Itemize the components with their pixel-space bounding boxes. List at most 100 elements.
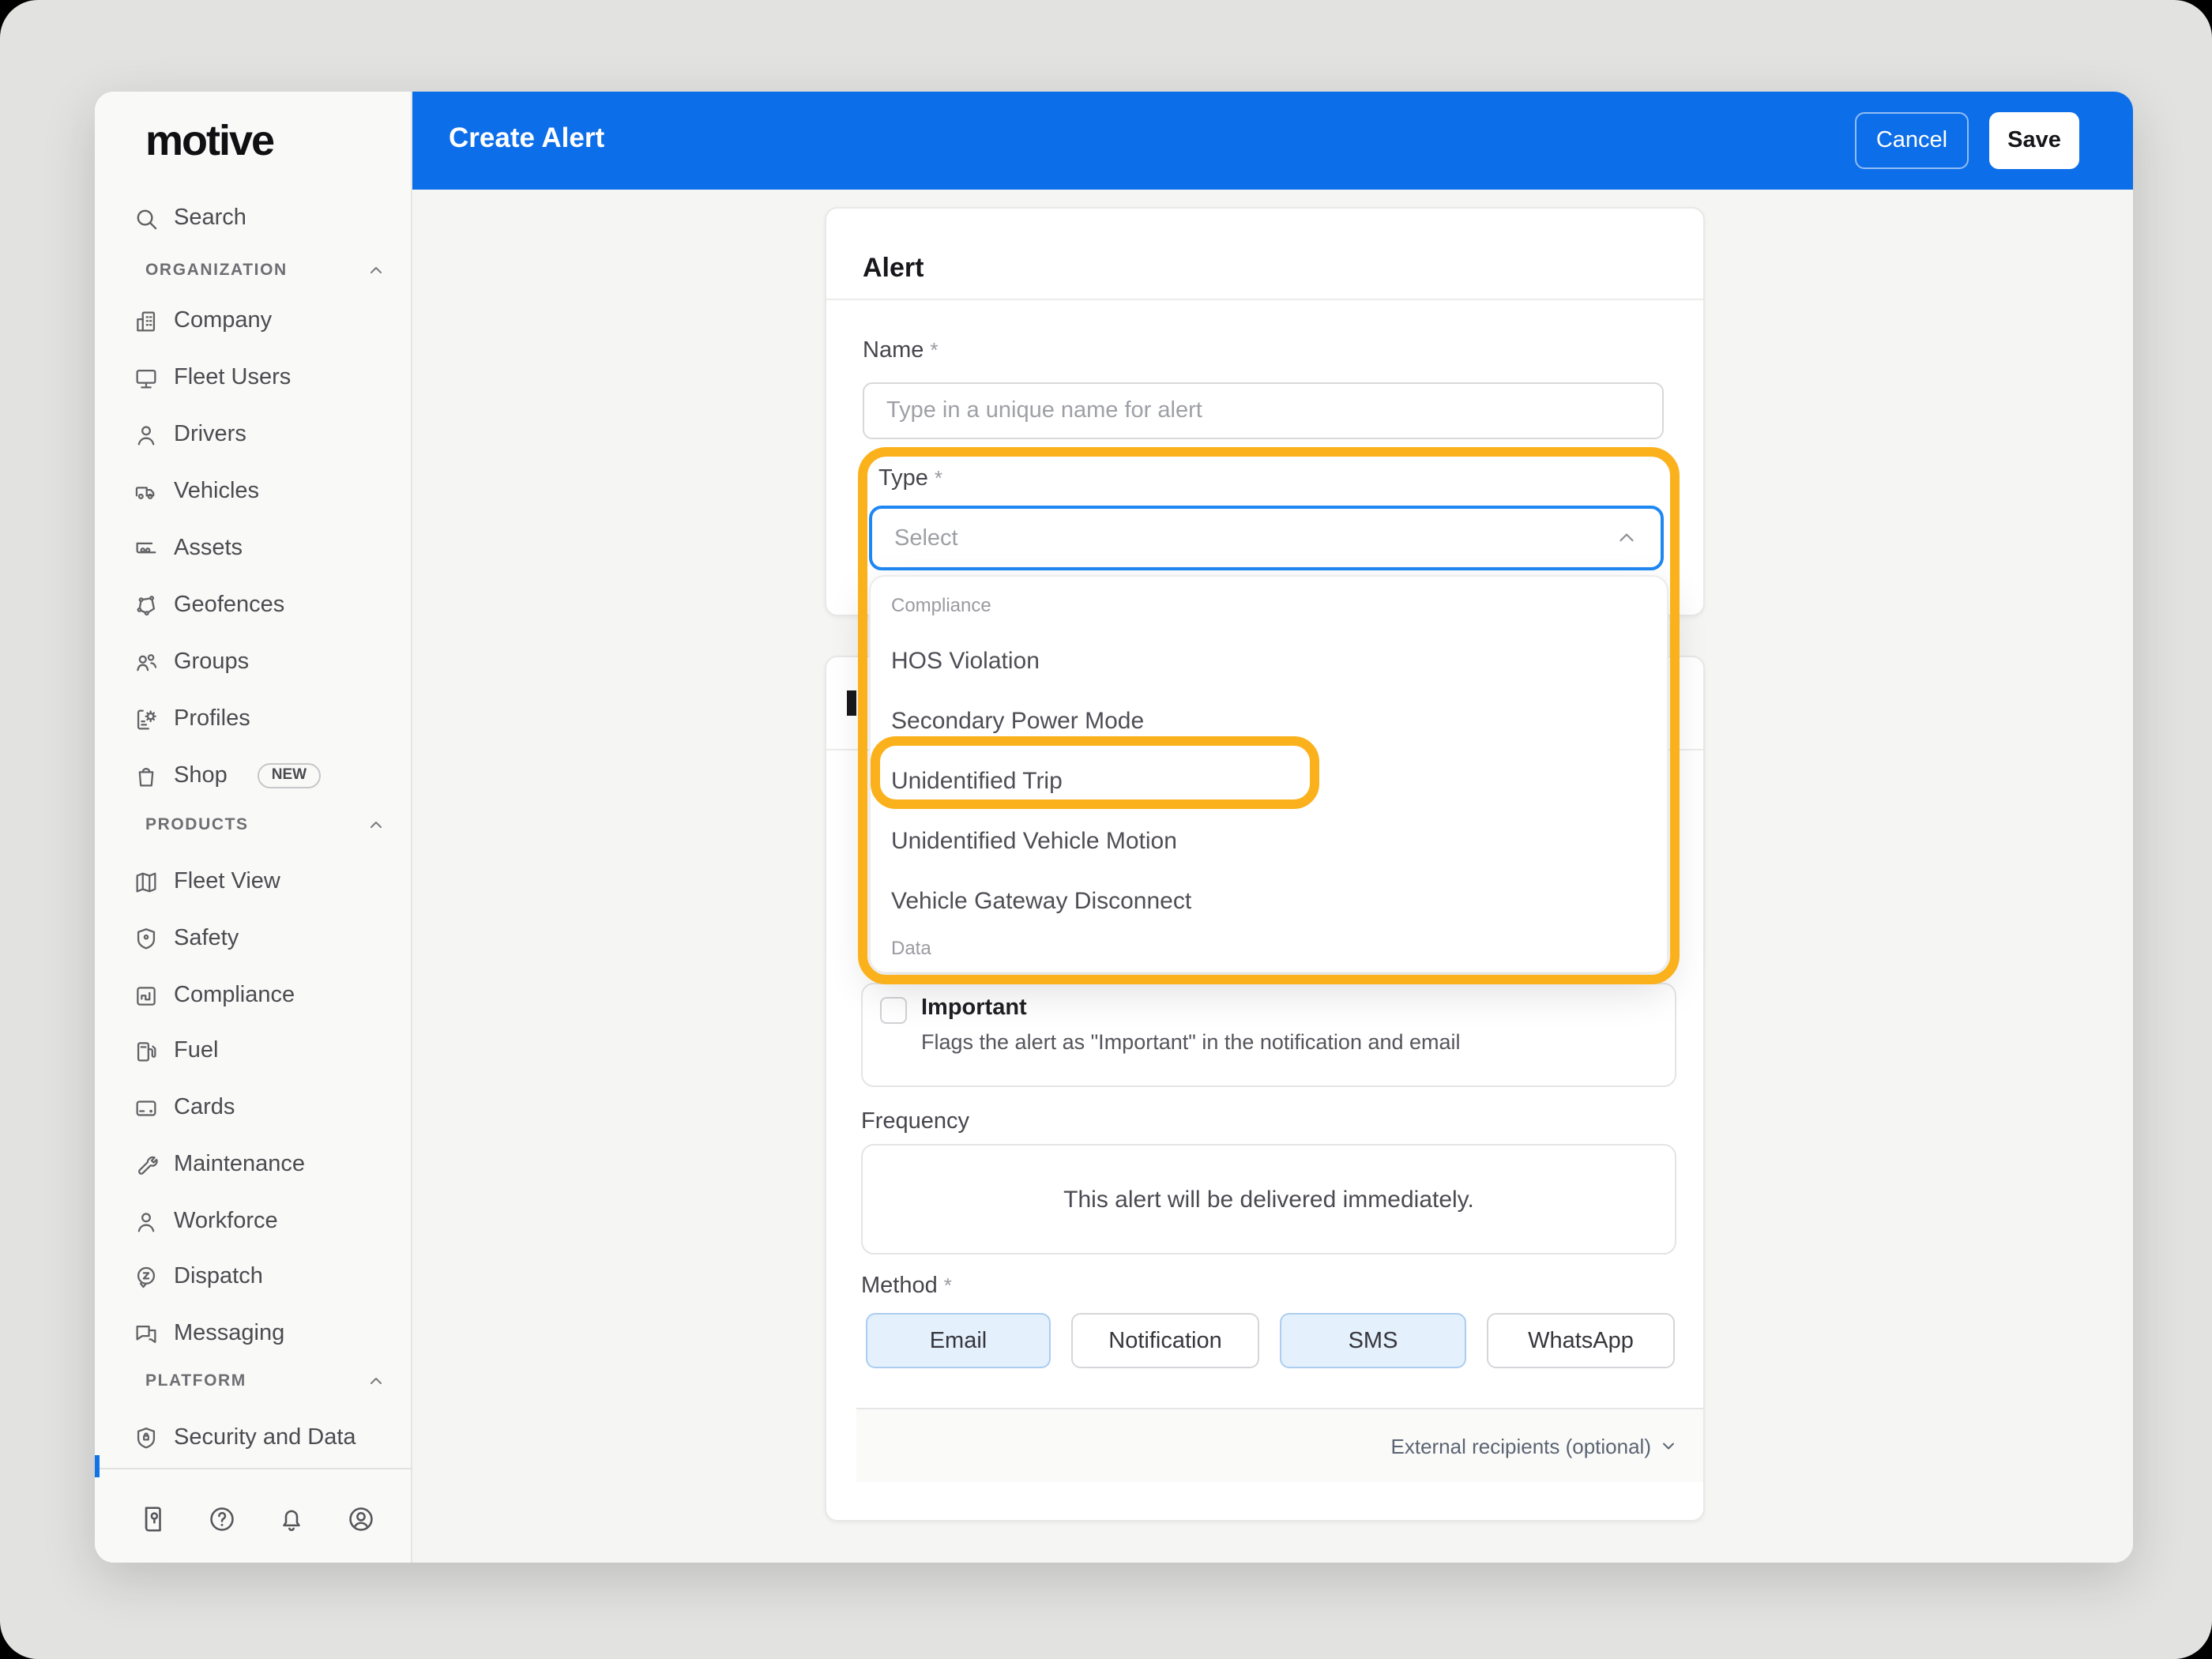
notifications-footer-button[interactable] bbox=[272, 1499, 310, 1537]
sidebar-item-groups[interactable]: Groups bbox=[133, 640, 401, 684]
section-header-label: PLATFORM bbox=[145, 1371, 246, 1390]
name-input[interactable] bbox=[863, 382, 1664, 439]
chevron-up-icon bbox=[371, 822, 382, 828]
section-header-label: PRODUCTS bbox=[145, 815, 249, 834]
frequency-label: Frequency bbox=[861, 1109, 970, 1134]
chat-bubbles-icon bbox=[136, 1324, 156, 1343]
sidebar-item-safety[interactable]: Safety bbox=[133, 916, 401, 961]
required-asterisk: * bbox=[934, 466, 942, 490]
sidebar-item-label: Safety bbox=[174, 926, 239, 951]
method-button-email[interactable]: Email bbox=[866, 1313, 1051, 1368]
new-badge: NEW bbox=[257, 763, 322, 788]
important-description: Flags the alert as "Important" in the no… bbox=[921, 1030, 1461, 1054]
type-label-text: Type bbox=[878, 466, 928, 491]
dropdown-option-vehicle-gateway-disconnect[interactable]: Vehicle Gateway Disconnect bbox=[871, 880, 1667, 924]
sidebar-item-cards[interactable]: Cards bbox=[133, 1085, 401, 1130]
chevron-up-icon bbox=[371, 267, 382, 273]
dispatch-pin-icon bbox=[137, 1266, 156, 1288]
document-gear-icon bbox=[137, 709, 156, 729]
dropdown-option-unidentified-trip[interactable]: Unidentified Trip bbox=[871, 760, 1667, 804]
sidebar-item-label: Vehicles bbox=[174, 479, 260, 504]
method-button-whatsapp[interactable]: WhatsApp bbox=[1487, 1313, 1675, 1368]
motive-logo: motive bbox=[145, 117, 275, 164]
sidebar-item-label: Messaging bbox=[174, 1321, 285, 1346]
sidebar-item-shop[interactable]: Shop NEW bbox=[133, 754, 401, 798]
sidebar-item-geofences[interactable]: Geofences bbox=[133, 583, 401, 627]
select-placeholder: Select bbox=[894, 525, 958, 551]
wrench-icon bbox=[138, 1155, 158, 1174]
sidebar-item-fleet-view[interactable]: Fleet View bbox=[133, 860, 401, 904]
sidebar-item-label: Profiles bbox=[174, 706, 250, 732]
building-icon bbox=[137, 310, 156, 331]
sidebar-item-company[interactable]: Company bbox=[133, 299, 401, 343]
sidebar-item-workforce[interactable]: Workforce bbox=[133, 1199, 401, 1243]
method-button-notification[interactable]: Notification bbox=[1071, 1313, 1259, 1368]
important-label: Important bbox=[921, 995, 1027, 1021]
dropdown-option-secondary-power-mode[interactable]: Secondary Power Mode bbox=[871, 700, 1667, 744]
truck-icon bbox=[135, 486, 155, 498]
sidebar-item-label: Search bbox=[174, 205, 246, 231]
screenshot-background: motive Search ORGANIZATION Company Fleet… bbox=[0, 0, 2212, 1659]
sidebar-item-fuel[interactable]: Fuel bbox=[133, 1029, 401, 1073]
cancel-button[interactable]: Cancel bbox=[1855, 112, 1969, 169]
person-icon bbox=[137, 1212, 155, 1232]
sidebar-item-search[interactable]: Search bbox=[133, 196, 401, 240]
sidebar-item-maintenance[interactable]: Maintenance bbox=[133, 1142, 401, 1187]
people-icon bbox=[137, 653, 157, 671]
sidebar-item-label: Groups bbox=[174, 649, 250, 675]
sidebar-item-fleet-users[interactable]: Fleet Users bbox=[133, 356, 401, 400]
monitor-icon bbox=[136, 368, 156, 388]
dropdown-group-compliance: Compliance bbox=[891, 594, 991, 616]
name-label: Name * bbox=[863, 338, 939, 363]
geofence-icon bbox=[137, 595, 156, 615]
sidebar-item-compliance[interactable]: Compliance bbox=[133, 973, 401, 1018]
shopping-bag-icon bbox=[138, 766, 154, 786]
credit-card-icon bbox=[136, 1100, 156, 1115]
person-icon bbox=[137, 425, 155, 445]
sidebar-item-assets[interactable]: Assets bbox=[133, 526, 401, 570]
sidebar-item-label: Company bbox=[174, 308, 273, 333]
type-label: Type * bbox=[878, 466, 942, 491]
type-select[interactable]: Select bbox=[869, 506, 1664, 570]
important-checkbox[interactable] bbox=[880, 997, 907, 1024]
sidebar-item-dispatch[interactable]: Dispatch bbox=[133, 1255, 401, 1299]
dropdown-option-hos-violation[interactable]: HOS Violation bbox=[871, 640, 1667, 684]
external-recipients-toggle[interactable]: External recipients (optional) bbox=[1391, 1434, 1652, 1458]
sidebar-section-products[interactable]: PRODUCTS bbox=[145, 809, 386, 841]
sidebar-item-messaging[interactable]: Messaging bbox=[133, 1311, 401, 1356]
fleet-map-footer-button[interactable] bbox=[133, 1499, 171, 1537]
sidebar-item-label: Fuel bbox=[174, 1038, 219, 1063]
frequency-text: This alert will be delivered immediately… bbox=[1063, 1186, 1474, 1213]
sidebar-section-platform[interactable]: PLATFORM bbox=[145, 1365, 386, 1397]
required-asterisk: * bbox=[943, 1273, 952, 1297]
sidebar-section-organization[interactable]: ORGANIZATION bbox=[145, 254, 386, 286]
trailer-icon bbox=[136, 541, 156, 553]
dropdown-option-unidentified-vehicle-motion[interactable]: Unidentified Vehicle Motion bbox=[871, 820, 1667, 864]
shield-icon bbox=[137, 927, 156, 949]
type-dropdown-panel: Compliance HOS Violation Secondary Power… bbox=[869, 575, 1668, 973]
sidebar-item-drivers[interactable]: Drivers bbox=[133, 412, 401, 457]
user-circle-icon bbox=[348, 1507, 372, 1530]
divider bbox=[826, 299, 1703, 300]
name-label-text: Name bbox=[863, 338, 924, 363]
sidebar-item-label: Fleet View bbox=[174, 869, 280, 894]
sidebar-item-label: Drivers bbox=[174, 422, 246, 447]
shield-lock-icon bbox=[137, 1427, 156, 1448]
help-footer-button[interactable] bbox=[202, 1499, 240, 1537]
map-icon bbox=[136, 871, 156, 892]
sidebar-item-label: Cards bbox=[174, 1095, 235, 1120]
section-header-label: ORGANIZATION bbox=[145, 261, 288, 280]
chevron-up-icon bbox=[371, 1378, 382, 1384]
sidebar-item-profiles[interactable]: Profiles bbox=[133, 697, 401, 741]
method-button-sms[interactable]: SMS bbox=[1280, 1313, 1466, 1368]
sidebar-item-security-and-data[interactable]: Security and Data bbox=[133, 1416, 401, 1460]
sidebar-item-vehicles[interactable]: Vehicles bbox=[133, 469, 401, 514]
chevron-up-icon bbox=[1620, 533, 1634, 542]
sidebar-item-label: Workforce bbox=[174, 1209, 278, 1234]
save-button[interactable]: Save bbox=[1989, 112, 2079, 169]
sidebar-item-label: Fleet Users bbox=[174, 365, 292, 390]
sidebar-item-label: Dispatch bbox=[174, 1264, 263, 1289]
required-asterisk: * bbox=[930, 338, 939, 362]
sidebar-scroll-indicator[interactable] bbox=[95, 1455, 100, 1477]
account-footer-button[interactable] bbox=[341, 1499, 379, 1537]
